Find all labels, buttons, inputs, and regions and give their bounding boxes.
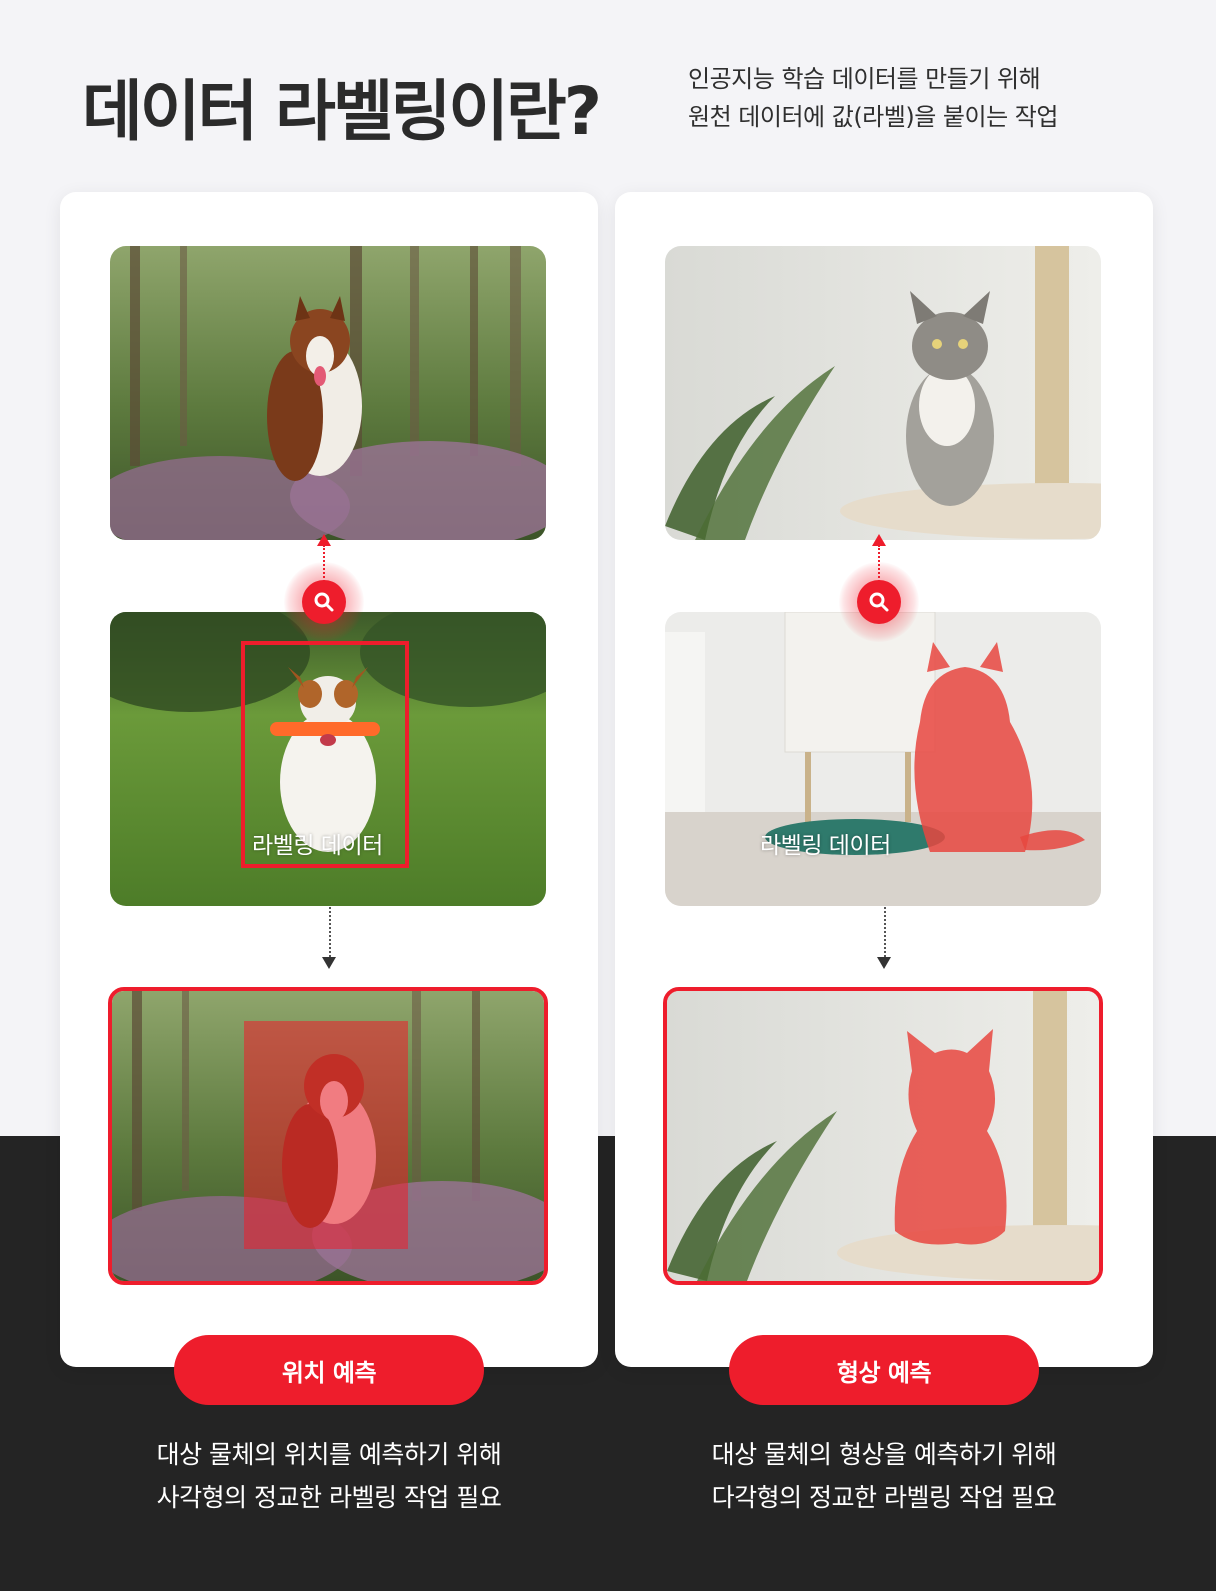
search-indicator bbox=[839, 562, 919, 642]
position-prediction-description: 대상 물체의 위치를 예측하기 위해 사각형의 정교한 라벨링 작업 필요 bbox=[60, 1433, 598, 1519]
cat-post-photo bbox=[665, 246, 1101, 540]
search-button[interactable] bbox=[857, 580, 901, 624]
shape-prediction-description: 대상 물체의 형상을 예측하기 위해 다각형의 정교한 라벨링 작업 필요 bbox=[615, 1433, 1153, 1519]
page-subtitle: 인공지능 학습 데이터를 만들기 위해 원천 데이터에 값(라벨)을 붙이는 작… bbox=[688, 60, 1058, 136]
shape-prediction-tag: 형상 예측 bbox=[729, 1335, 1039, 1405]
overlay-label: 라벨링 데이터 bbox=[760, 833, 891, 859]
search-indicator bbox=[284, 562, 364, 642]
arrow-up-icon bbox=[317, 534, 331, 546]
subtitle-line-1: 인공지능 학습 데이터를 만들기 위해 bbox=[688, 65, 1041, 93]
search-button[interactable] bbox=[302, 580, 346, 624]
description-line-2: 사각형의 정교한 라벨링 작업 필요 bbox=[156, 1483, 502, 1512]
arrow-down-icon bbox=[322, 957, 336, 969]
cat-room-photo bbox=[665, 612, 1101, 906]
description-line-1: 대상 물체의 형상을 예측하기 위해 bbox=[711, 1440, 1057, 1469]
page-title: 데이터 라벨링이란? bbox=[82, 73, 602, 150]
shape-prediction-card: 라벨링 데이터 bbox=[615, 192, 1153, 1367]
arrow-down-icon bbox=[877, 957, 891, 969]
search-icon bbox=[869, 592, 889, 612]
subtitle-line-2: 원천 데이터에 값(라벨)을 붙이는 작업 bbox=[688, 103, 1058, 131]
description-line-1: 대상 물체의 위치를 예측하기 위해 bbox=[156, 1440, 502, 1469]
position-prediction-tag: 위치 예측 bbox=[174, 1335, 484, 1405]
arrow-up-icon bbox=[872, 534, 886, 546]
dotted-connector-down bbox=[329, 907, 331, 957]
description-line-2: 다각형의 정교한 라벨링 작업 필요 bbox=[711, 1483, 1057, 1512]
search-icon bbox=[314, 592, 334, 612]
overlay-label: 라벨링 데이터 bbox=[252, 833, 383, 859]
bbox-result-photo bbox=[108, 987, 548, 1285]
segmentation-result-photo bbox=[663, 987, 1103, 1285]
dog-forest-photo bbox=[110, 246, 546, 540]
position-prediction-card: 라벨링 데이터 bbox=[60, 192, 598, 1367]
dotted-connector-down bbox=[884, 907, 886, 957]
